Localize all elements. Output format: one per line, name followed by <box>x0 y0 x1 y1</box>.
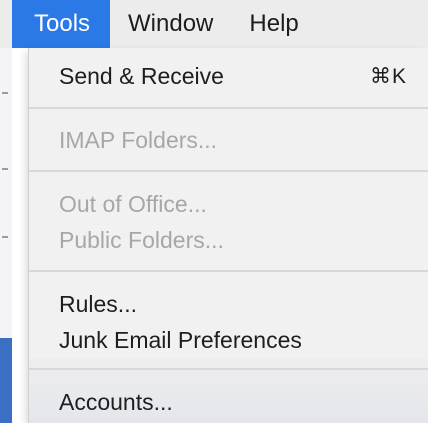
background-window-edge <box>0 0 12 423</box>
menu-bar: Tools Window Help <box>0 0 428 48</box>
background-selection <box>0 338 12 423</box>
menu-item-imap-folders: IMAP Folders... <box>29 120 428 160</box>
menubar-help[interactable]: Help <box>231 0 316 48</box>
menu-item-label: IMAP Folders... <box>59 126 218 153</box>
menu-item-label: Rules... <box>59 290 137 317</box>
screen: Tools Window Help Send & Receive ⌘K IMAP… <box>0 0 428 423</box>
menu-item-label: Send & Receive <box>59 62 224 89</box>
menu-separator <box>29 270 428 272</box>
menu-item-rules[interactable]: Rules... <box>29 284 428 324</box>
shortcut-command-k: ⌘K <box>369 64 407 88</box>
menu-item-junk-email-preferences[interactable]: Junk Email Preferences <box>29 320 428 360</box>
menu-separator <box>29 368 428 370</box>
tools-dropdown-menu: Send & Receive ⌘K IMAP Folders... Out of… <box>28 48 428 423</box>
background-mark <box>2 168 8 170</box>
menu-item-label: Out of Office... <box>59 190 207 217</box>
background-mark <box>2 92 8 94</box>
menu-separator <box>29 170 428 172</box>
menu-item-accounts[interactable]: Accounts... <box>29 382 428 422</box>
menu-item-label: Junk Email Preferences <box>59 326 302 353</box>
menubar-window[interactable]: Window <box>110 0 231 48</box>
menubar-tools[interactable]: Tools <box>12 0 111 48</box>
menu-item-public-folders: Public Folders... <box>29 220 428 260</box>
menu-separator <box>29 107 428 109</box>
menu-item-label: Accounts... <box>59 388 173 415</box>
background-mark <box>2 236 8 238</box>
menu-item-label: Public Folders... <box>59 226 224 253</box>
menu-item-out-of-office: Out of Office... <box>29 184 428 224</box>
menu-item-send-receive[interactable]: Send & Receive ⌘K <box>29 56 428 96</box>
